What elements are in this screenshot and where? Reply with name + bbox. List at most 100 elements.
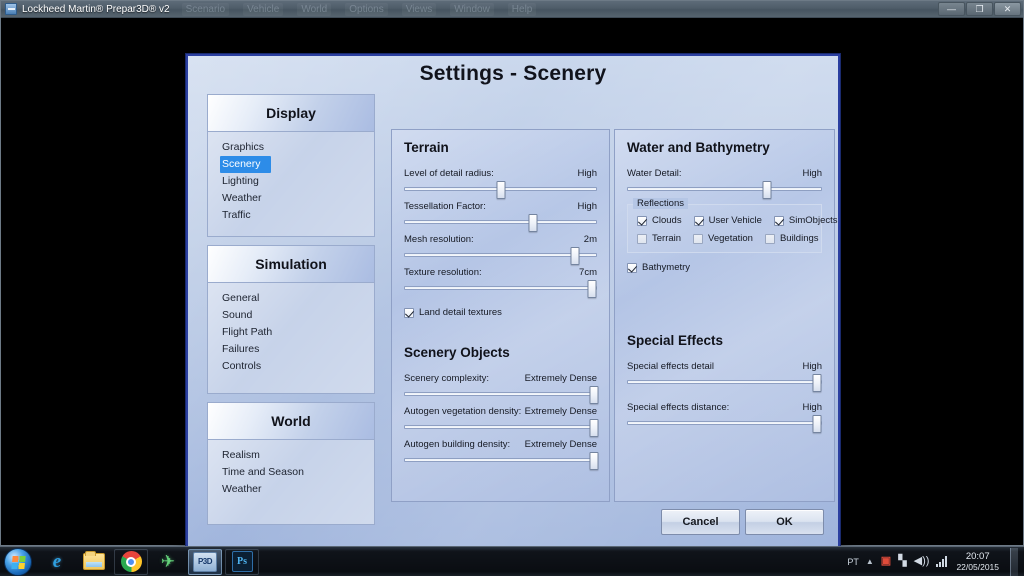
checkbox-label: User Vehicle	[708, 215, 762, 226]
signal-icon[interactable]	[936, 556, 948, 567]
menu-item-views[interactable]: Views	[401, 2, 437, 16]
chevron-up-icon[interactable]: ▲	[866, 557, 874, 566]
slider-track[interactable]	[404, 280, 597, 298]
slider-autogen-vegetation-density[interactable]: Autogen vegetation density: Extremely De…	[404, 396, 599, 437]
checkbox-reflections-buildings[interactable]: Buildings	[764, 233, 819, 244]
taskbar-item-google-chrome[interactable]	[114, 548, 148, 575]
menu-item-vehicle[interactable]: Vehicle	[243, 2, 284, 16]
photoshop-icon: Ps	[231, 551, 253, 572]
sidebar-item-controls[interactable]: Controls	[208, 358, 374, 375]
clock[interactable]: 20:07 22/05/2015	[954, 551, 999, 573]
taskbar-item-photoshop[interactable]: Ps	[225, 548, 259, 575]
system-tray: PT ▲ ▣ ▚ ◀)) 20:07 22/05/2015	[847, 547, 1024, 576]
sidebar-item-flight-path[interactable]: Flight Path	[208, 324, 374, 341]
window-controls: — ❐ ✕	[938, 2, 1021, 16]
sidebar-item-weather-world[interactable]: Weather	[208, 481, 374, 498]
slider-thumb[interactable]	[589, 386, 599, 404]
slider-track[interactable]	[404, 247, 597, 265]
slider-track[interactable]	[627, 374, 822, 392]
slider-scenery-complexity[interactable]: Scenery complexity: Extremely Dense	[404, 363, 599, 404]
slider-thumb[interactable]	[587, 280, 597, 298]
sidebar-item-failures[interactable]: Failures	[208, 341, 374, 358]
checkbox-icon[interactable]	[637, 233, 647, 244]
menu-item-scenario[interactable]: Scenario	[181, 2, 230, 16]
menu-item-window[interactable]: Window	[450, 2, 494, 16]
sidebar-item-weather-display[interactable]: Weather	[208, 190, 374, 207]
checkbox-icon[interactable]	[637, 215, 647, 226]
slider-track[interactable]	[404, 386, 599, 404]
checkbox-icon[interactable]	[693, 215, 704, 226]
maximize-button[interactable]: ❐	[966, 2, 993, 16]
checkbox-land-detail-textures[interactable]: Land detail textures	[404, 307, 609, 318]
checkbox-reflections-clouds[interactable]: Clouds	[637, 215, 682, 226]
slider-label: Level of detail radius:	[404, 168, 494, 179]
slider-track[interactable]	[627, 181, 822, 199]
slider-thumb[interactable]	[496, 181, 505, 199]
dialog-button-bar: Cancel OK	[661, 509, 824, 535]
slider-thumb[interactable]	[762, 181, 772, 199]
checkbox-icon[interactable]	[404, 307, 414, 318]
reflections-row-1: Clouds User Vehicle SimObjects	[637, 215, 838, 226]
slider-special-effects-distance[interactable]: Special effects distance: High	[627, 384, 822, 433]
menu-item-help[interactable]: Help	[507, 2, 537, 16]
network-icon[interactable]: ▚	[898, 556, 906, 567]
sidebar-item-general[interactable]: General	[208, 290, 374, 307]
slider-thumb[interactable]	[812, 415, 822, 433]
slider-thumb[interactable]	[570, 247, 580, 265]
taskbar-item-windows-explorer[interactable]	[77, 549, 111, 575]
slider-track[interactable]	[627, 415, 822, 433]
slider-thumb[interactable]	[589, 419, 599, 437]
checkbox-reflections-vegetation[interactable]: Vegetation	[693, 233, 753, 244]
group-title-special-effects: Special Effects	[627, 333, 724, 348]
slider-track[interactable]	[404, 452, 599, 470]
show-desktop-button[interactable]	[1010, 547, 1018, 576]
slider-water-detail[interactable]: Water Detail: High	[627, 158, 822, 199]
language-indicator[interactable]: PT	[847, 557, 859, 567]
checkbox-reflections-terrain[interactable]: Terrain	[637, 233, 681, 244]
checkbox-bathymetry[interactable]: Bathymetry	[627, 262, 834, 273]
clock-date: 22/05/2015	[956, 561, 999, 572]
slider-texture-resolution[interactable]: Texture resolution: 7cm	[404, 257, 597, 298]
minimize-button[interactable]: —	[938, 2, 965, 16]
slider-value: 7cm	[579, 267, 597, 278]
ok-button[interactable]: OK	[745, 509, 824, 535]
reflections-row-2: Terrain Vegetation Buildings	[637, 233, 819, 244]
menu-item-world[interactable]: World	[297, 2, 332, 16]
checkbox-icon[interactable]	[693, 233, 704, 244]
antivirus-icon[interactable]: ▣	[881, 556, 891, 567]
slider-autogen-building-density[interactable]: Autogen building density: Extremely Dens…	[404, 429, 599, 470]
slider-mesh-resolution[interactable]: Mesh resolution: 2m	[404, 224, 597, 265]
taskbar-item-flight-sim[interactable]: ✈	[151, 549, 185, 575]
sidebar-item-lighting[interactable]: Lighting	[208, 173, 374, 190]
slider-special-effects-detail[interactable]: Special effects detail High	[627, 351, 822, 392]
taskbar-item-prepar3d[interactable]: P3D	[188, 548, 222, 575]
cancel-button[interactable]: Cancel	[661, 509, 740, 535]
menu-item-options[interactable]: Options	[345, 2, 388, 16]
slider-track[interactable]	[404, 181, 597, 199]
nav-list-simulation: General Sound Flight Path Failures Contr…	[207, 283, 375, 394]
slider-track[interactable]	[404, 419, 599, 437]
sidebar-item-time-and-season[interactable]: Time and Season	[208, 464, 374, 481]
nav-header-world: World	[207, 402, 375, 440]
checkbox-reflections-user-vehicle[interactable]: User Vehicle	[693, 215, 762, 226]
slider-label: Tessellation Factor:	[404, 201, 486, 212]
volume-icon[interactable]: ◀))	[914, 556, 930, 567]
checkbox-icon[interactable]	[764, 233, 775, 244]
checkbox-icon[interactable]	[773, 215, 784, 226]
slider-thumb[interactable]	[589, 452, 599, 470]
slider-thumb[interactable]	[812, 374, 822, 392]
close-button[interactable]: ✕	[994, 2, 1021, 16]
sidebar-item-traffic[interactable]: Traffic	[208, 207, 374, 224]
checkbox-reflections-simobjects[interactable]: SimObjects	[773, 215, 838, 226]
start-button-icon[interactable]	[4, 547, 32, 576]
sidebar-item-realism[interactable]: Realism	[208, 447, 374, 464]
sidebar-item-graphics[interactable]: Graphics	[208, 139, 374, 156]
taskbar-item-internet-explorer[interactable]: e	[40, 549, 74, 575]
menu-bar[interactable]: Scenario Vehicle World Options Views Win…	[181, 2, 537, 16]
slider-track[interactable]	[404, 214, 597, 232]
sidebar-item-scenery[interactable]: Scenery	[220, 156, 271, 173]
slider-level-of-detail-radius[interactable]: Level of detail radius: High	[404, 158, 597, 199]
sidebar-item-sound[interactable]: Sound	[208, 307, 374, 324]
checkbox-icon[interactable]	[627, 262, 637, 273]
slider-thumb[interactable]	[528, 214, 538, 232]
